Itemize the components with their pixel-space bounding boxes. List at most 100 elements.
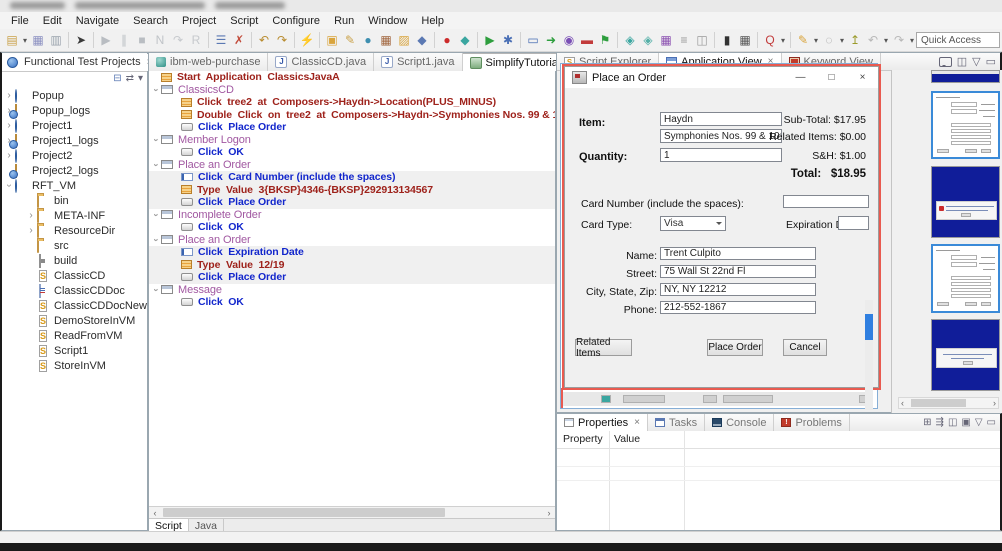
scroll-left-icon[interactable]: ‹	[901, 398, 904, 408]
compare2-icon[interactable]: ◈	[639, 31, 657, 49]
minimize-icon[interactable]: ▭	[987, 417, 996, 428]
tree-item-readfromvm[interactable]: S ReadFromVM	[2, 328, 147, 343]
tree-item-resourcedir[interactable]: › ResourceDir	[2, 223, 147, 238]
last-edit-icon[interactable]: ↥	[846, 31, 864, 49]
stop-icon[interactable]: ■	[133, 31, 151, 49]
collapse-all-icon[interactable]: ⊟	[113, 73, 121, 84]
thumbnail-horizontal-scrollbar[interactable]: ‹ ›	[898, 397, 999, 409]
editor-tab-script1-java[interactable]: J Script1.java	[374, 53, 463, 71]
tree-item-src[interactable]: src	[2, 238, 147, 253]
script-line[interactable]: Type Value 3{BKSP}4346-{BKSP}29291313456…	[149, 183, 555, 196]
scrollbar-thumb[interactable]	[911, 399, 966, 407]
menu-window[interactable]: Window	[361, 14, 414, 28]
card-type-combo[interactable]: Visa	[660, 216, 726, 231]
script-line[interactable]: Click Place Order	[149, 121, 555, 134]
dropdown-icon[interactable]: ▾	[21, 31, 29, 49]
menu-edit[interactable]: Edit	[36, 14, 69, 28]
thumbnail-app-error[interactable]	[931, 166, 1000, 238]
group-expander-icon[interactable]: ›	[152, 135, 162, 144]
editor-horizontal-scrollbar[interactable]: ‹ ›	[149, 506, 555, 518]
tree-mode-icon[interactable]: ⊞	[923, 417, 931, 428]
annotate-icon[interactable]: ✎	[794, 31, 812, 49]
dropdown-icon[interactable]: ▾	[779, 31, 787, 49]
bottom-tab-properties[interactable]: Properties ×	[557, 414, 648, 431]
tree-item-storeinvm[interactable]: S StoreInVM	[2, 358, 147, 373]
thumbnail-app-partial[interactable]	[931, 70, 1000, 83]
script-line[interactable]: Click OK	[149, 296, 555, 309]
record-script-icon[interactable]: ⚡	[298, 31, 316, 49]
group-expander-icon[interactable]: ›	[152, 285, 162, 294]
pin-icon[interactable]: ◫	[948, 417, 957, 428]
tree-item-popup-logs[interactable]: › Popup_logs	[2, 103, 147, 118]
dup-icon[interactable]: ◫	[693, 31, 711, 49]
comment-icon[interactable]	[938, 56, 952, 67]
tree-item-classiccddocnew[interactable]: S ClassicCDDocNew	[2, 298, 147, 313]
editor-tab-ibm-web-purchase[interactable]: ibm-web-purchase	[149, 53, 269, 71]
step2-icon[interactable]: ↷	[169, 31, 187, 49]
script-group-message[interactable]: › Message	[149, 284, 555, 297]
maximize-icon[interactable]: □	[816, 67, 847, 88]
play-icon[interactable]: ▶	[481, 31, 499, 49]
go-icon[interactable]: ➜	[542, 31, 560, 49]
tree-item-project2-logs[interactable]: Project2_logs	[2, 163, 147, 178]
menu-script[interactable]: Script	[223, 14, 265, 28]
pointer-icon[interactable]: ➤	[72, 31, 90, 49]
tree-item-bin[interactable]: bin	[2, 193, 147, 208]
tree-item-popup[interactable]: › Popup	[2, 88, 147, 103]
link-icon[interactable]: ≡	[675, 31, 693, 49]
folder-icon[interactable]: ▨	[395, 31, 413, 49]
bottom-tab-problems[interactable]: ! Problems	[774, 414, 850, 431]
street-field[interactable]: 75 Wall St 22nd Fl	[660, 265, 816, 278]
back-icon[interactable]: ↶	[864, 31, 882, 49]
script-line[interactable]: Click tree2 at Composers->Haydn->Locatio…	[149, 96, 555, 109]
script-line[interactable]: Click OK	[149, 146, 555, 159]
script-line[interactable]: Type Value 12/19	[149, 258, 555, 271]
dropdown-icon[interactable]: ▾	[838, 31, 846, 49]
tree-item-project2[interactable]: › Project2	[2, 148, 147, 163]
script-line[interactable]: Click Expiration Date	[149, 246, 555, 259]
close-icon[interactable]: ×	[634, 417, 640, 428]
item-field[interactable]: Haydn	[660, 112, 782, 126]
resume-icon[interactable]: R	[187, 31, 205, 49]
close-icon[interactable]: ×	[847, 67, 878, 88]
run-icon[interactable]: ▶	[97, 31, 115, 49]
step-icon[interactable]: N	[151, 31, 169, 49]
expiration-field[interactable]	[838, 216, 869, 230]
dropdown-icon[interactable]: ▾	[812, 31, 820, 49]
group-expander-icon[interactable]: ›	[152, 235, 162, 244]
card-number-field[interactable]	[783, 195, 869, 208]
script-line[interactable]: Start Application ClassicsJavaA	[149, 71, 555, 84]
group-expander-icon[interactable]: ›	[152, 85, 162, 94]
editor-tab-classiccd-java[interactable]: J ClassicCD.java	[268, 53, 375, 71]
tree-expander-icon[interactable]: ›	[4, 150, 14, 161]
script-group-incomplete-order[interactable]: › Incomplete Order	[149, 209, 555, 222]
thumbnail-order-form[interactable]	[931, 91, 1000, 159]
view-menu-icon[interactable]: ▾	[138, 73, 143, 84]
script-group-place-an-order[interactable]: › Place an Order	[149, 234, 555, 247]
flag-icon[interactable]: ⚑	[596, 31, 614, 49]
dropdown-icon[interactable]: ▾	[882, 31, 890, 49]
tree-expander-icon[interactable]: ›	[26, 225, 36, 236]
map-icon[interactable]: ▦	[657, 31, 675, 49]
new-view-icon[interactable]: ▣	[961, 417, 970, 428]
dialog-titlebar[interactable]: Place an Order — □ ×	[565, 67, 878, 88]
place-order-button[interactable]: Place Order	[707, 339, 763, 356]
monitor-icon[interactable]: ▭	[524, 31, 542, 49]
tree-item-build[interactable]: build	[2, 253, 147, 268]
layers-icon[interactable]: ◫	[957, 55, 967, 68]
redo-icon[interactable]: ↷	[273, 31, 291, 49]
tree-item-project1[interactable]: › Project1	[2, 118, 147, 133]
script-line[interactable]: Click Place Order	[149, 271, 555, 284]
package-icon[interactable]: ◆	[413, 31, 431, 49]
script-line[interactable]: Click OK	[149, 221, 555, 234]
menu-configure[interactable]: Configure	[265, 14, 327, 28]
menu-run[interactable]: Run	[327, 14, 361, 28]
search-icon[interactable]: Q	[761, 31, 779, 49]
tree-expander-icon[interactable]: ›	[4, 90, 14, 101]
link-with-editor-icon[interactable]: ⇄	[126, 73, 134, 84]
group-expander-icon[interactable]: ›	[152, 160, 162, 169]
minimize-icon[interactable]: ▭	[986, 55, 996, 68]
thumbnail-order-form[interactable]	[931, 244, 1000, 313]
save-all-icon[interactable]: ▥	[47, 31, 65, 49]
bottom-tab-tasks[interactable]: Tasks	[648, 414, 706, 431]
